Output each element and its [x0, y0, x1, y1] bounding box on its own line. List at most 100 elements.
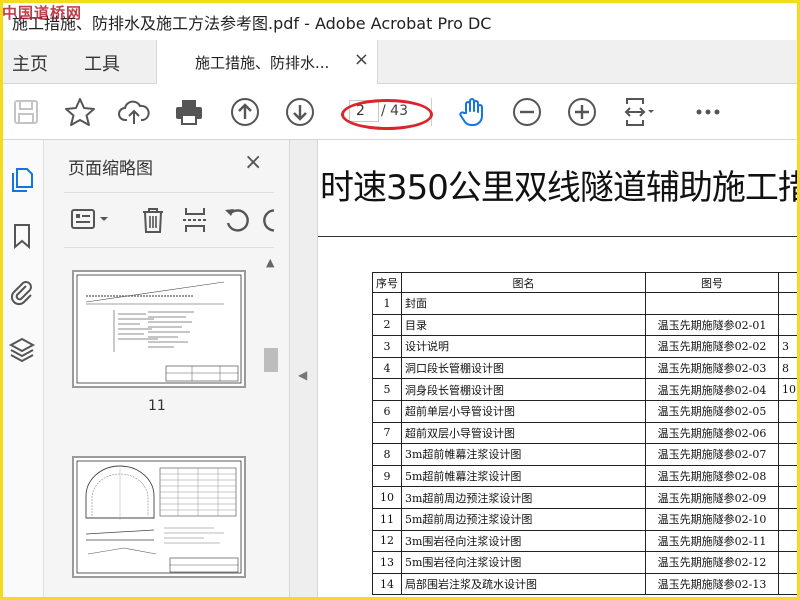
thumbnail-drawing	[76, 274, 242, 384]
panel-title: 页面缩略图	[68, 159, 153, 179]
rotate-icon[interactable]	[222, 205, 252, 235]
row-number: 4	[372, 356, 402, 380]
zoom-out-icon[interactable]	[511, 96, 543, 128]
attachments-icon[interactable]	[8, 278, 36, 306]
table-row: 5 洞身段长管棚设计图 温玉先期施隧参02-04 10	[372, 378, 800, 401]
table-row: 4 洞口段长管棚设计图 温玉先期施隧参02-03 8	[372, 356, 800, 380]
watermark-logo: 中国道桥网	[2, 4, 83, 22]
drawing-name: 5m超前周边预注浆设计图	[401, 507, 646, 531]
page-thumbnail[interactable]	[72, 270, 246, 388]
table-row: 12 3m围岩径向注浆设计图 温玉先期施隧参02-11	[372, 529, 800, 553]
drawing-code: 温玉先期施隧参02-06	[644, 421, 779, 445]
table-header-row: 序号 图名 图号	[372, 272, 800, 293]
thumbnail-page-number: 11	[148, 398, 166, 414]
zoom-in-icon[interactable]	[566, 96, 598, 128]
drawing-code: 温玉先期施隧参02-02	[644, 335, 779, 358]
extra-cell	[777, 551, 800, 574]
save-icon[interactable]	[10, 96, 42, 128]
pages-icon[interactable]	[8, 166, 36, 194]
menu-tools[interactable]: 工具	[84, 50, 120, 76]
drawing-index-table: 序号 图名 图号 1 封面 2 目录 温玉先期施隧参02-01 3 设计说明 温玉先期施隧参0…	[372, 272, 800, 596]
table-row: 13 5m围岩径向注浆设计图 温玉先期施隧参02-12	[372, 551, 800, 574]
header-extra	[777, 272, 800, 293]
drawing-name: 5m超前帷幕注浆设计图	[401, 464, 646, 488]
page-number-input[interactable]: 2	[349, 100, 379, 122]
extra-cell: 3	[777, 335, 800, 358]
drawing-name: 超前双层小导管设计图	[401, 421, 646, 445]
extra-cell: 8	[777, 356, 800, 380]
page-up-icon[interactable]	[229, 96, 261, 128]
row-number: 12	[372, 529, 402, 553]
header-code: 图号	[644, 272, 779, 293]
extra-cell	[777, 292, 800, 315]
scroll-thumb[interactable]	[264, 348, 278, 372]
table-row: 2 目录 温玉先期施隧参02-01	[372, 313, 800, 337]
drawing-code: 温玉先期施隧参02-13	[644, 572, 779, 596]
hand-tool-icon[interactable]	[456, 96, 488, 128]
navigation-rail	[0, 140, 44, 600]
drawing-code: 温玉先期施隧参02-01	[644, 313, 779, 337]
rotate-clockwise-icon[interactable]	[260, 205, 274, 235]
heading-rule	[318, 236, 800, 237]
thumbnails-panel: 页面缩略图 × ▲ 11	[44, 140, 290, 600]
drawing-name: 3m围岩径向注浆设计图	[401, 529, 646, 553]
drawing-name: 目录	[401, 313, 646, 337]
drawing-name: 5m围岩径向注浆设计图	[401, 551, 646, 574]
drawing-name: 3m超前帷幕注浆设计图	[401, 443, 646, 466]
panel-toolbar	[64, 192, 274, 248]
bookmark-star-icon[interactable]	[64, 96, 96, 128]
print-icon[interactable]	[173, 96, 205, 128]
page-down-icon[interactable]	[284, 96, 316, 128]
thumbnail-scrollbar[interactable]: ▲	[262, 254, 282, 594]
close-tab-icon[interactable]: ×	[354, 49, 369, 70]
drawing-name: 设计说明	[401, 335, 646, 358]
table-row: 10 3m超前周边预注浆设计图 温玉先期施隧参02-09	[372, 486, 800, 509]
drawing-code: 温玉先期施隧参02-07	[644, 443, 779, 466]
page-navigator: 2 / 43	[339, 98, 425, 124]
drawing-code: 温玉先期施隧参02-10	[644, 507, 779, 531]
document-heading: 时速350公里双线隧道辅助施工措施、	[320, 168, 800, 208]
insert-page-icon[interactable]	[180, 205, 210, 235]
extra-cell	[777, 529, 800, 553]
drawing-name: 局部围岩注浆及疏水设计图	[401, 572, 646, 596]
table-row: 14 局部围岩注浆及疏水设计图 温玉先期施隧参02-13	[372, 572, 800, 596]
document-view[interactable]: 时速350公里双线隧道辅助施工措施、 序号 图名 图号 1封面2目录温玉先期施隧…	[318, 140, 800, 600]
row-number: 14	[372, 572, 402, 596]
title-bar: 施工措施、防排水及施工方法参考图.pdf - Adobe Acrobat Pro…	[0, 0, 800, 40]
options-menu-icon[interactable]	[70, 205, 110, 235]
row-number: 5	[372, 378, 402, 401]
drawing-name: 洞身段长管棚设计图	[401, 378, 646, 401]
drawing-name: 3m超前周边预注浆设计图	[401, 486, 646, 509]
table-row: 7 超前双层小导管设计图 温玉先期施隧参02-06	[372, 421, 800, 445]
drawing-code: 温玉先期施隧参02-12	[644, 551, 779, 574]
drawing-name: 洞口段长管棚设计图	[401, 356, 646, 380]
toolbar: 2 / 43	[0, 84, 800, 140]
extra-cell	[777, 313, 800, 337]
table-row: 9 5m超前帷幕注浆设计图 温玉先期施隧参02-08	[372, 464, 800, 488]
menu-home[interactable]: 主页	[12, 50, 48, 76]
bookmarks-icon[interactable]	[8, 222, 36, 250]
extra-cell	[777, 486, 800, 509]
table-row: 3 设计说明 温玉先期施隧参02-02 3	[372, 335, 800, 358]
tab-row: 主页 工具 施工措施、防排水... ×	[0, 40, 800, 84]
cloud-upload-icon[interactable]	[118, 96, 150, 128]
panel-collapse-handle[interactable]: ◀	[290, 140, 318, 600]
page-thumbnail[interactable]	[72, 456, 246, 578]
page-total: / 43	[381, 103, 408, 119]
row-number: 13	[372, 551, 402, 574]
drawing-code: 温玉先期施隧参02-04	[644, 378, 779, 401]
row-number: 11	[372, 507, 402, 531]
delete-page-icon[interactable]	[138, 205, 168, 235]
drawing-name: 超前单层小导管设计图	[401, 399, 646, 423]
collapse-arrow-icon[interactable]: ◀	[298, 368, 307, 382]
extra-cell	[777, 421, 800, 445]
layers-icon[interactable]	[8, 336, 36, 364]
close-panel-icon[interactable]: ×	[244, 150, 262, 175]
document-tab[interactable]: 施工措施、防排水... ×	[156, 40, 378, 84]
drawing-code: 温玉先期施隧参02-05	[644, 399, 779, 423]
row-number: 1	[372, 292, 402, 315]
fit-page-icon[interactable]	[622, 96, 654, 128]
scroll-up-icon[interactable]: ▲	[266, 256, 274, 269]
more-icon[interactable]	[692, 96, 724, 128]
extra-cell	[777, 572, 800, 596]
